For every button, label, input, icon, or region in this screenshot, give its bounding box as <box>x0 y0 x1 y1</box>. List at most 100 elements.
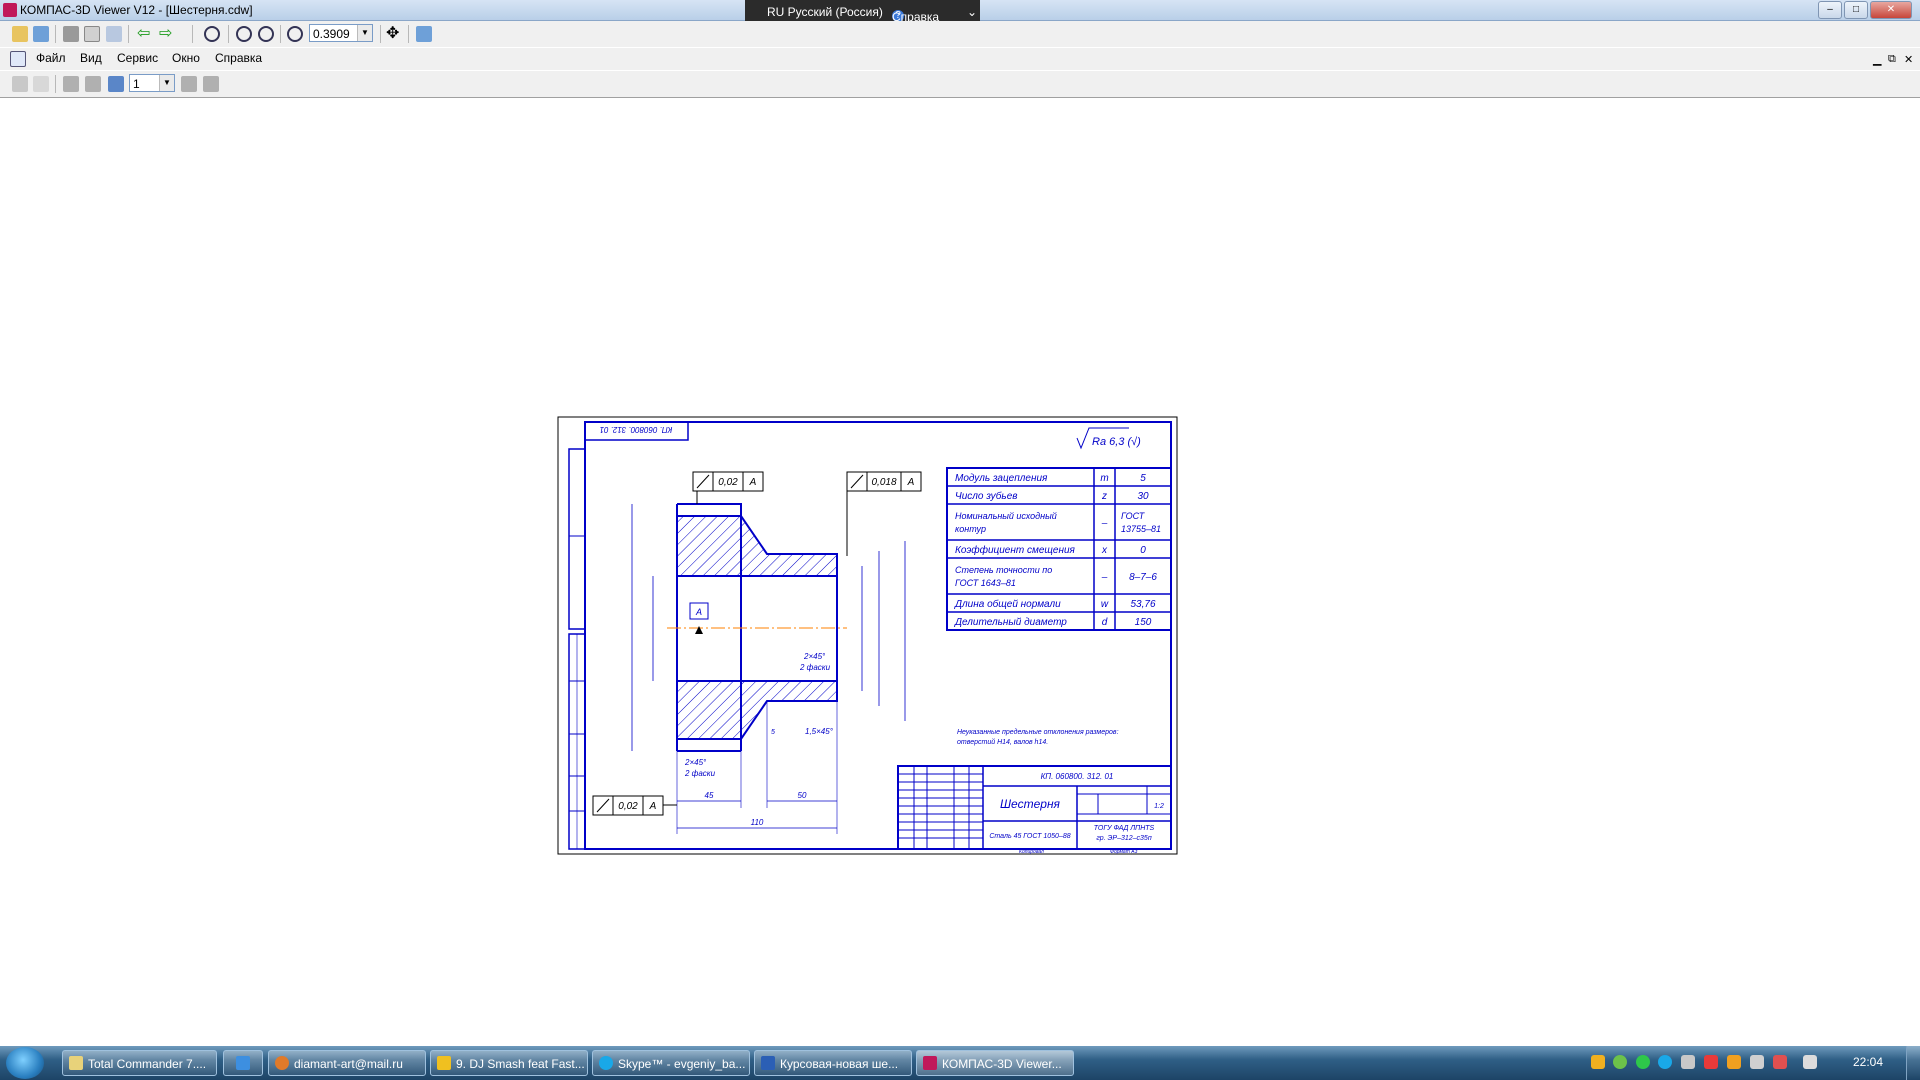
chevron-down-icon[interactable]: ▼ <box>159 75 174 91</box>
properties-icon[interactable] <box>33 76 49 92</box>
start-button[interactable] <box>6 1047 44 1079</box>
task-kompas-viewer[interactable]: КОМПАС-3D Viewer... <box>916 1050 1074 1076</box>
maximize-button[interactable]: □ <box>1844 1 1868 19</box>
page-number-value: 1 <box>133 77 140 91</box>
tray-flag-icon[interactable] <box>1704 1055 1718 1069</box>
layers-icon[interactable] <box>12 76 28 92</box>
pan-icon[interactable]: ✥ <box>386 26 402 42</box>
zoom-window-icon[interactable] <box>204 26 220 42</box>
doc-restore-icon[interactable]: ⧉ <box>1888 53 1896 66</box>
separator <box>228 25 229 43</box>
music-player-icon <box>437 1056 451 1070</box>
print-icon[interactable] <box>63 26 79 42</box>
previous-page-icon[interactable] <box>85 76 101 92</box>
param-value: 0 <box>1140 545 1146 556</box>
first-page-icon[interactable] <box>63 76 79 92</box>
title-block-org-1: ТОГУ ФАД ЛПНТS <box>1094 825 1155 832</box>
menu-help[interactable]: Справка <box>215 51 262 65</box>
skype-icon <box>599 1056 613 1070</box>
minimize-button[interactable]: ‒ <box>1818 1 1842 19</box>
menu-window[interactable]: Окно <box>172 51 200 65</box>
separator <box>192 25 193 43</box>
drawing-workspace[interactable]: КП. 060800. 312. 01 Ra 6,3 (√) Модуль за… <box>0 98 1920 1030</box>
tray-display-icon[interactable] <box>1750 1055 1764 1069</box>
svg-text:0,02: 0,02 <box>718 477 738 488</box>
dimension-110: 110 <box>751 818 764 827</box>
chamfer-note-3: 1,5×45° <box>805 727 834 736</box>
zoom-out-icon[interactable] <box>258 26 274 42</box>
note-line-2: отверстий H14, валов h14. <box>957 738 1048 746</box>
tray-shield-icon[interactable] <box>1613 1055 1627 1069</box>
tray-alert-icon[interactable] <box>1773 1055 1787 1069</box>
task-music-player[interactable]: 9. DJ Smash feat Fast... <box>430 1050 588 1076</box>
close-button[interactable]: ✕ <box>1870 1 1912 19</box>
langbar-options-icon[interactable]: ⌄ <box>967 5 977 19</box>
arrow-forward-icon[interactable]: ⇨ <box>159 26 175 42</box>
refresh-icon[interactable] <box>416 26 432 42</box>
note-line-1: Неуказанные предельные отклонения размер… <box>957 728 1119 736</box>
show-desktop-button[interactable] <box>1906 1046 1920 1080</box>
zoom-value: 0.3909 <box>313 27 350 41</box>
arrow-back-icon[interactable]: ⇦ <box>137 26 153 42</box>
param-name: Номинальный исходный <box>955 511 1057 521</box>
task-internet-explorer[interactable] <box>223 1050 263 1076</box>
task-total-commander[interactable]: Total Commander 7.... <box>62 1050 217 1076</box>
zoom-combobox[interactable]: 0.3909 ▼ <box>309 24 373 42</box>
kompas-icon <box>923 1056 937 1070</box>
menu-view[interactable]: Вид <box>80 51 102 65</box>
param-symbol: d <box>1102 617 1108 628</box>
param-name: Делительный диаметр <box>954 617 1067 628</box>
title-block-code: КП. 060800. 312. 01 <box>1041 772 1114 781</box>
main-toolbar: ⇦ ⇨ 0.3909 ▼ ✥ <box>0 21 1920 47</box>
task-mail[interactable]: diamant-art@mail.ru <box>268 1050 426 1076</box>
doc-minimize-icon[interactable]: ▁ <box>1873 53 1881 66</box>
doc-close-icon[interactable]: ✕ <box>1904 53 1913 66</box>
window-controls: ‒ □ ✕ <box>1818 1 1912 19</box>
tray-lightning-icon[interactable] <box>1591 1055 1605 1069</box>
tray-lock-icon[interactable] <box>1727 1055 1741 1069</box>
chamfer-note-1: 2×45° <box>684 758 707 767</box>
document-icon[interactable] <box>10 51 26 67</box>
param-symbol: z <box>1101 491 1107 502</box>
copied-label: Копировал <box>1019 849 1044 855</box>
recent-files-icon[interactable] <box>33 26 49 42</box>
param-symbol: m <box>1100 473 1108 484</box>
param-symbol: x <box>1101 545 1108 556</box>
total-commander-icon <box>69 1056 83 1070</box>
tray-network-status-icon[interactable] <box>1636 1055 1650 1069</box>
print-preview-icon[interactable] <box>84 26 100 42</box>
language-indicator[interactable]: RU Русский (Россия) <box>767 5 883 19</box>
copy-icon[interactable] <box>106 26 122 42</box>
separator <box>380 25 381 43</box>
format-label: Формат А3 <box>1110 849 1138 855</box>
last-page-icon[interactable] <box>203 76 219 92</box>
task-skype[interactable]: Skype™ - evgeniy_ba... <box>592 1050 750 1076</box>
zoom-in-icon[interactable] <box>236 26 252 42</box>
tray-skype-icon[interactable] <box>1658 1055 1672 1069</box>
svg-text:A: A <box>649 801 657 812</box>
gear-drawing-sheet[interactable]: КП. 060800. 312. 01 Ra 6,3 (√) Модуль за… <box>557 416 1178 856</box>
mail-icon <box>275 1056 289 1070</box>
open-file-icon[interactable] <box>12 26 28 42</box>
menu-file[interactable]: Файл <box>36 51 66 65</box>
page-toolbar: 1 ▼ <box>0 71 1920 98</box>
param-name: Степень точности по <box>955 565 1052 575</box>
menu-service[interactable]: Сервис <box>117 51 158 65</box>
tray-device-icon[interactable] <box>1681 1055 1695 1069</box>
zoom-scale-icon[interactable] <box>287 26 303 42</box>
chamfer-note-2: 2×45° <box>803 652 826 661</box>
param-name: контур <box>955 524 986 534</box>
param-value: 30 <box>1137 491 1149 502</box>
param-name: ГОСТ 1643–81 <box>955 578 1016 588</box>
chamfer-note-2b: 2 фаски <box>799 663 831 672</box>
param-name: Длина общей нормали <box>954 598 1061 610</box>
task-word-document[interactable]: Курсовая-новая ше... <box>754 1050 912 1076</box>
next-page-icon[interactable] <box>181 76 197 92</box>
clock[interactable]: 22:04 <box>1853 1055 1883 1069</box>
param-value: 5 <box>1140 473 1146 484</box>
volume-icon[interactable] <box>1803 1055 1817 1069</box>
page-number-combobox[interactable]: 1 ▼ <box>129 74 175 92</box>
chevron-down-icon[interactable]: ▼ <box>357 25 372 41</box>
pages-icon[interactable] <box>108 76 124 92</box>
title-block-scale: 1:2 <box>1154 803 1164 810</box>
